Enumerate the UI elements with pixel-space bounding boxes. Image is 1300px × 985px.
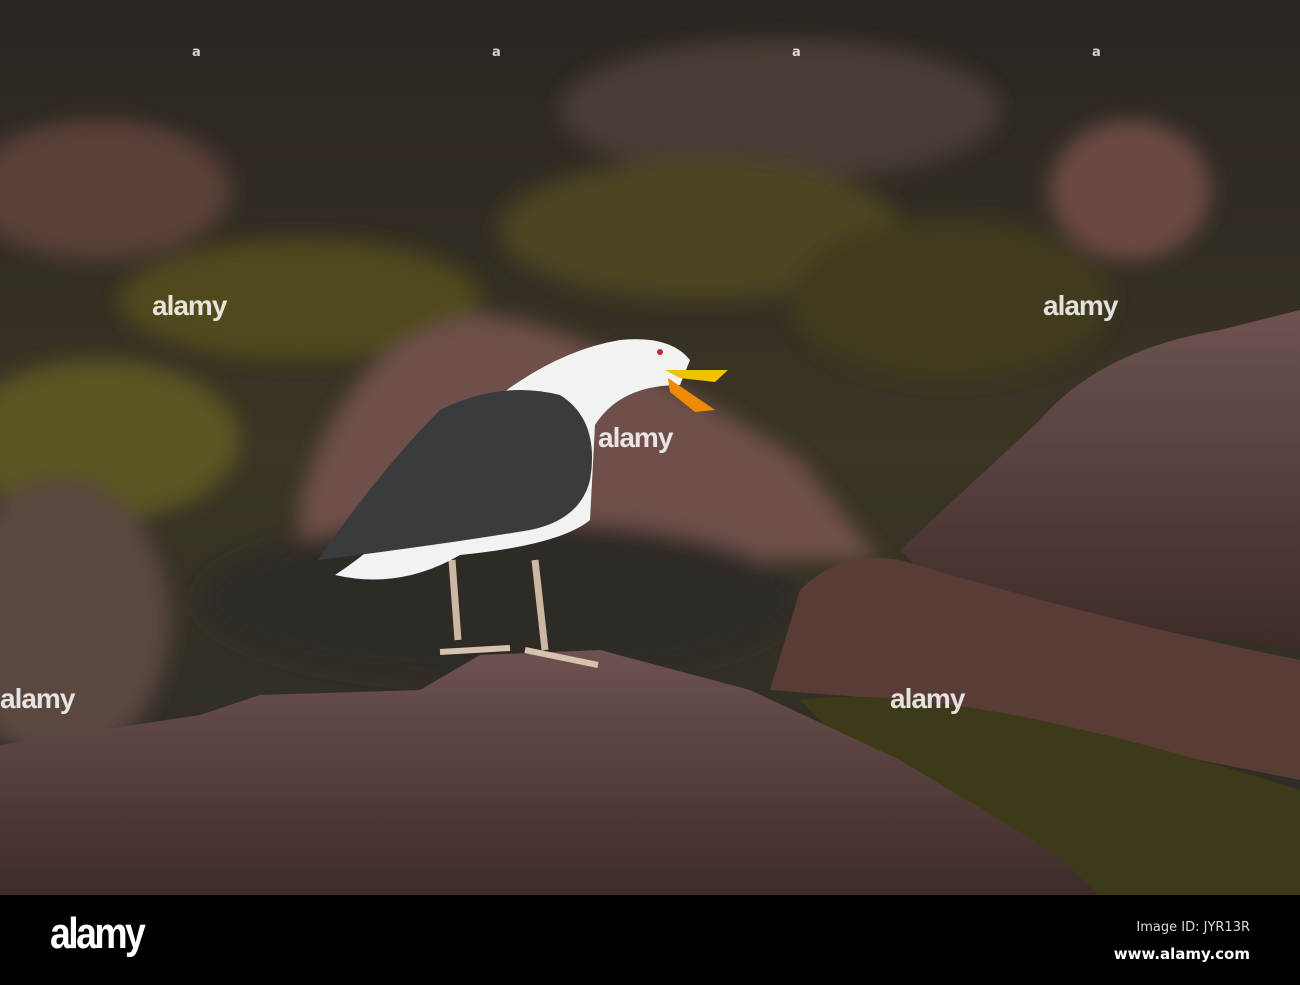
image-id: Image ID: JYR13R: [1136, 920, 1250, 935]
watermark: alamy: [890, 683, 965, 714]
watermark-marker: a: [492, 45, 501, 60]
watermark-marker: a: [192, 45, 201, 60]
alamy-logo[interactable]: alamy: [50, 909, 146, 959]
website-link[interactable]: www.alamy.com: [1114, 945, 1250, 963]
watermark: alamy: [598, 422, 673, 453]
footer-bar: alamy Image ID: JYR13R www.alamy.com: [0, 895, 1300, 985]
stock-photo: a a a a alamy alamy alamy alamy alamy al…: [0, 0, 1300, 985]
watermark-marker: a: [1092, 45, 1101, 60]
watermark-marker: a: [792, 45, 801, 60]
watermark: alamy: [0, 683, 75, 714]
watermark: alamy: [1043, 290, 1118, 321]
watermark: alamy: [152, 290, 227, 321]
